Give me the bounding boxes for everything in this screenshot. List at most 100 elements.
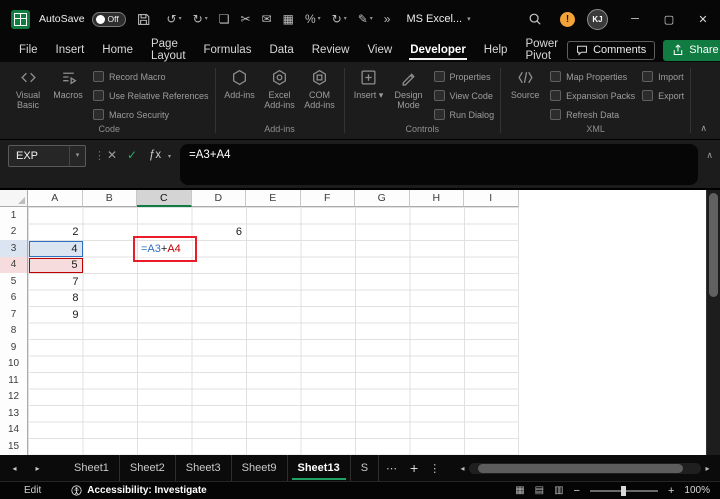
cell-A4[interactable]: 5 (29, 257, 83, 273)
sheet-tab-sheet2[interactable]: Sheet2 (120, 455, 176, 481)
maximize-button[interactable]: ▢ (652, 0, 686, 38)
save-icon[interactable] (137, 13, 150, 26)
ribbon-button-map-properties[interactable]: Map Properties (550, 67, 635, 86)
row-header-10[interactable]: 10 (0, 355, 28, 373)
ribbon-button-add-ins[interactable]: Add-ins (221, 67, 259, 100)
ribbon-button-record-macro[interactable]: Record Macro (93, 67, 209, 86)
zoom-slider-thumb[interactable] (620, 485, 626, 496)
column-header-H[interactable]: H (409, 190, 464, 207)
close-button[interactable]: ✕ (686, 0, 720, 38)
percent-icon[interactable]: % ▾ (305, 13, 321, 25)
zoom-out-button[interactable]: − (574, 485, 580, 497)
column-header-B[interactable]: B (82, 190, 137, 207)
chevron-down-icon[interactable]: ▾ (168, 153, 171, 160)
mail-icon[interactable]: ✉ (262, 13, 272, 25)
row-header-5[interactable]: 5 (0, 273, 28, 291)
new-sheet-button[interactable]: + (410, 460, 418, 476)
more-sheets-icon[interactable]: ⋯ (386, 462, 397, 475)
minimize-button[interactable]: ─ (618, 0, 652, 38)
tab-scroll-right-icon[interactable]: ▸ (29, 464, 46, 473)
sheet-tab-sheet9[interactable]: Sheet9 (232, 455, 288, 481)
cell-A2[interactable]: 2 (29, 225, 83, 241)
redo-icon[interactable]: ↻ ▾ (193, 13, 208, 25)
ribbon-button-insert[interactable]: Insert ▾ (350, 67, 388, 100)
row-header-4[interactable]: 4 (0, 256, 28, 274)
column-header-G[interactable]: G (355, 190, 410, 207)
cancel-icon[interactable]: ✕ (107, 148, 117, 162)
scroll-right-icon[interactable]: ▸ (701, 464, 714, 473)
zoom-in-button[interactable]: + (668, 485, 674, 497)
ribbon-button-design-mode[interactable]: Design Mode (390, 67, 428, 111)
menu-tab-help[interactable]: Help (475, 38, 517, 62)
cell-D2[interactable]: 6 (193, 225, 247, 241)
row-header-8[interactable]: 8 (0, 322, 28, 340)
chevron-down-icon[interactable]: ▾ (69, 146, 85, 166)
undo-icon[interactable]: ↺ ▾ (167, 13, 182, 25)
row-header-15[interactable]: 15 (0, 438, 28, 455)
tab-scroll-left-icon[interactable]: ◂ (6, 464, 23, 473)
spreadsheet[interactable]: A B C D E F G H I 1 2 3 4 5 6 7 8 9 10 11 12 13 14 15 2 4 5 7 8 9 6 =A3… (0, 190, 720, 455)
cell-A5[interactable]: 7 (29, 274, 83, 290)
table-icon[interactable]: ▦ (283, 13, 294, 25)
row-header-3[interactable]: 3 (0, 240, 28, 258)
insert-function-icon[interactable]: ƒx (149, 149, 161, 161)
row-header-9[interactable]: 9 (0, 339, 28, 357)
ribbon-button-properties[interactable]: Properties (433, 67, 495, 86)
menu-tab-developer[interactable]: Developer (401, 38, 475, 62)
accessibility-checker[interactable]: Accessibility: Investigate (71, 485, 207, 496)
column-header-I[interactable]: I (464, 190, 519, 207)
sheet-tab-sheet13[interactable]: Sheet13 (288, 455, 351, 481)
ribbon-button-source[interactable]: Source (506, 67, 544, 100)
horizontal-scrollbar-track[interactable] (469, 462, 701, 474)
page-layout-view-icon[interactable]: ▤ (535, 485, 544, 496)
grid-lines[interactable] (28, 207, 519, 455)
name-box[interactable]: EXP ▾ (8, 145, 86, 167)
ribbon-button-macros[interactable]: Macros (49, 67, 87, 100)
alert-badge-icon[interactable]: ! (560, 11, 575, 27)
menu-tab-formulas[interactable]: Formulas (195, 38, 261, 62)
formula-input[interactable]: =A3+A4 (180, 144, 698, 185)
column-header-D[interactable]: D (191, 190, 246, 207)
ribbon-button-export[interactable]: Export (642, 86, 684, 105)
copy-icon[interactable]: ❏ (219, 13, 230, 25)
cell-A3[interactable]: 4 (29, 241, 83, 257)
tab-options-icon[interactable]: ⋮ (429, 462, 440, 475)
ribbon-button-macro-security[interactable]: Macro Security (93, 105, 209, 124)
ribbon-button-import[interactable]: Import (642, 67, 684, 86)
row-header-1[interactable]: 1 (0, 207, 28, 225)
collapse-ribbon-icon[interactable]: ∧ (700, 123, 707, 134)
vertical-scrollbar-thumb[interactable] (709, 193, 718, 297)
ribbon-button-excel-add-ins[interactable]: Excel Add-ins (261, 67, 299, 111)
row-header-12[interactable]: 12 (0, 388, 28, 406)
normal-view-icon[interactable]: ▦ (515, 485, 524, 496)
row-header-13[interactable]: 13 (0, 405, 28, 423)
comments-button[interactable]: Comments (567, 40, 656, 60)
avatar[interactable]: KJ (587, 8, 608, 30)
menu-tab-power-pivot[interactable]: Power Pivot (516, 38, 567, 62)
horizontal-scrollbar-thumb[interactable] (478, 463, 683, 473)
menu-tab-data[interactable]: Data (260, 38, 302, 62)
column-header-E[interactable]: E (246, 190, 301, 207)
page-break-view-icon[interactable]: ▥ (554, 485, 563, 496)
search-icon[interactable] (528, 12, 542, 26)
ribbon-button-visual-basic[interactable]: Visual Basic (9, 67, 47, 111)
zoom-slider[interactable] (589, 485, 658, 496)
ribbon-button-run-dialog[interactable]: Run Dialog (433, 105, 494, 124)
select-all-corner[interactable] (0, 190, 28, 207)
enter-icon[interactable]: ✓ (127, 148, 137, 162)
menu-tab-page-layout[interactable]: Page Layout (142, 38, 195, 62)
cut-icon[interactable]: ✂ (240, 13, 250, 25)
column-header-A[interactable]: A (28, 190, 83, 207)
more-commands-icon[interactable]: » (384, 13, 391, 25)
row-header-2[interactable]: 2 (0, 223, 28, 241)
sheet-tab-s[interactable]: S (351, 455, 380, 481)
excel-logo-icon[interactable] (11, 9, 30, 29)
row-header-14[interactable]: 14 (0, 421, 28, 439)
ribbon-button-expansion-packs[interactable]: Expansion Packs (550, 86, 635, 105)
cell-A6[interactable]: 8 (29, 291, 83, 307)
row-header-7[interactable]: 7 (0, 306, 28, 324)
menu-tab-review[interactable]: Review (303, 38, 359, 62)
share-button[interactable]: Share ▾ (663, 39, 720, 61)
vertical-scrollbar[interactable] (706, 190, 720, 455)
column-header-F[interactable]: F (300, 190, 355, 207)
